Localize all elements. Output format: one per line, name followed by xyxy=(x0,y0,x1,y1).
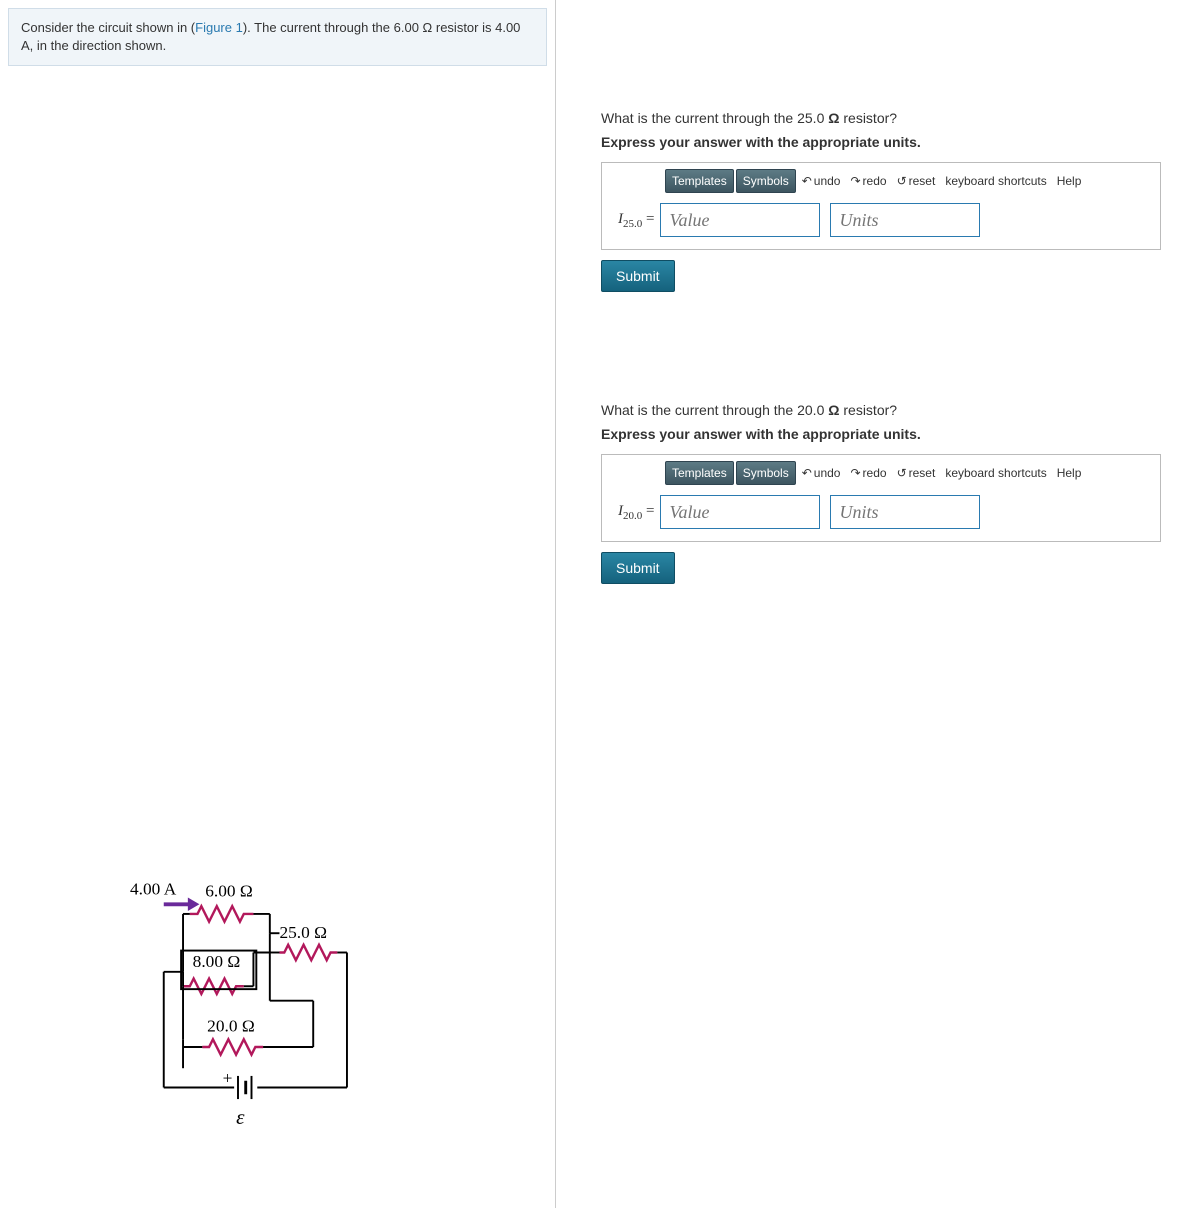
templates-button[interactable]: Templates xyxy=(665,461,734,485)
redo-button[interactable]: ↷redo xyxy=(846,171,890,191)
variable-label-1: I25.0 = xyxy=(618,211,654,230)
value-input-1[interactable] xyxy=(660,203,820,237)
submit-button-2[interactable]: Submit xyxy=(601,552,675,584)
submit-button-1[interactable]: Submit xyxy=(601,260,675,292)
question-2: What is the current through the 20.0 Ω r… xyxy=(601,402,1200,584)
r1-resistor-icon xyxy=(190,906,254,921)
problem-text-before: Consider the circuit shown in ( xyxy=(21,20,195,35)
reset-button[interactable]: ↺reset xyxy=(893,463,940,483)
reset-button[interactable]: ↺reset xyxy=(893,171,940,191)
reset-icon: ↺ xyxy=(897,174,907,188)
question-2-prompt: What is the current through the 20.0 Ω r… xyxy=(601,402,1200,418)
undo-button[interactable]: ↶undo xyxy=(798,171,845,191)
r2-resistor-icon xyxy=(279,945,337,960)
r2-label: 25.0 Ω xyxy=(279,923,327,942)
r3-resistor-icon xyxy=(183,979,244,994)
keyboard-shortcuts-button[interactable]: keyboard shortcuts xyxy=(941,463,1050,483)
question-1-prompt: What is the current through the 25.0 Ω r… xyxy=(601,110,1200,126)
answer-box-2: Templates Symbols ↶undo ↷redo ↺reset key… xyxy=(601,454,1161,542)
question-1-instruction: Express your answer with the appropriate… xyxy=(601,134,1200,150)
keyboard-shortcuts-button[interactable]: keyboard shortcuts xyxy=(941,171,1050,191)
value-input-2[interactable] xyxy=(660,495,820,529)
help-button[interactable]: Help xyxy=(1053,463,1086,483)
r4-label: 20.0 Ω xyxy=(207,1017,255,1036)
current-label: 4.00 A xyxy=(130,880,177,899)
question-2-instruction: Express your answer with the appropriate… xyxy=(601,426,1200,442)
symbols-button[interactable]: Symbols xyxy=(736,169,796,193)
question-1: What is the current through the 25.0 Ω r… xyxy=(601,110,1200,292)
r1-label: 6.00 Ω xyxy=(205,882,253,901)
symbols-button[interactable]: Symbols xyxy=(736,461,796,485)
r3-label: 8.00 Ω xyxy=(193,952,241,971)
undo-icon: ↶ xyxy=(802,174,812,188)
units-input-1[interactable] xyxy=(830,203,980,237)
equation-toolbar-2: Templates Symbols ↶undo ↷redo ↺reset key… xyxy=(665,461,1152,485)
r4-resistor-icon xyxy=(202,1039,263,1054)
current-arrow-icon xyxy=(164,898,200,912)
equation-toolbar: Templates Symbols ↶undo ↷redo ↺reset key… xyxy=(665,169,1152,193)
undo-icon: ↶ xyxy=(802,466,812,480)
redo-icon: ↷ xyxy=(850,174,860,188)
reset-icon: ↺ xyxy=(897,466,907,480)
templates-button[interactable]: Templates xyxy=(665,169,734,193)
emf-label: ε xyxy=(236,1105,245,1129)
redo-button[interactable]: ↷redo xyxy=(846,463,890,483)
plus-sign: + xyxy=(223,1069,233,1088)
units-input-2[interactable] xyxy=(830,495,980,529)
circuit-diagram: 4.00 A 6.00 Ω 25.0 Ω 8.00 Ω xyxy=(130,870,400,1170)
answer-box-1: Templates Symbols ↶undo ↷redo ↺reset key… xyxy=(601,162,1161,250)
undo-button[interactable]: ↶undo xyxy=(798,463,845,483)
redo-icon: ↷ xyxy=(850,466,860,480)
figure-link[interactable]: Figure 1 xyxy=(195,20,243,35)
help-button[interactable]: Help xyxy=(1053,171,1086,191)
variable-label-2: I20.0 = xyxy=(618,503,654,522)
problem-statement: Consider the circuit shown in (Figure 1)… xyxy=(8,8,547,66)
